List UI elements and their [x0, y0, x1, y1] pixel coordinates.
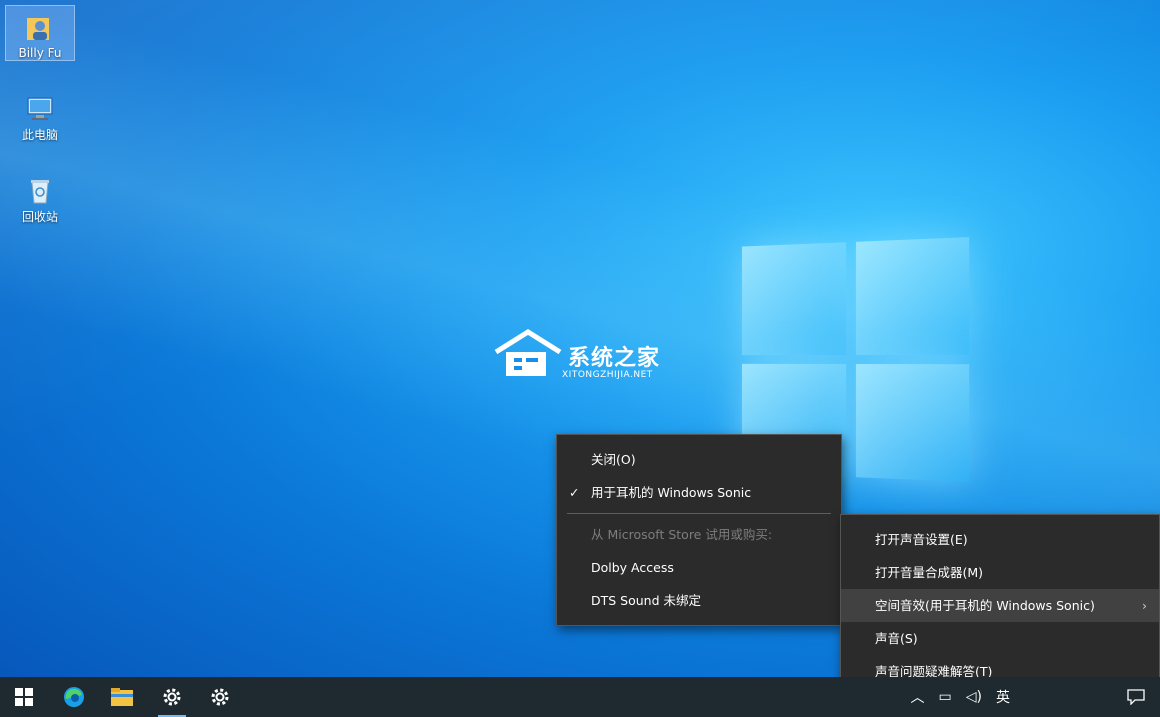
checkmark-icon: ✓	[569, 485, 580, 500]
menu-item-windows-sonic[interactable]: ✓ 用于耳机的 Windows Sonic	[557, 476, 841, 509]
desktop-icon-label: 回收站	[21, 210, 58, 224]
computer-icon	[27, 97, 53, 120]
menu-separator	[567, 513, 831, 514]
desktop-icon-label: Billy Fu	[18, 46, 62, 60]
watermark-logo: 系统之家 XITONGZHIJIA.NET	[492, 328, 659, 384]
menu-item-label: 空间音效(用于耳机的 Windows Sonic)	[875, 598, 1095, 613]
taskbar-explorer-button[interactable]	[98, 677, 146, 717]
menu-item-store-header: 从 Microsoft Store 试用或购买:	[557, 518, 841, 551]
start-button[interactable]	[0, 677, 48, 717]
chevron-up-icon[interactable]: ︿	[911, 687, 925, 707]
notification-icon	[1127, 689, 1145, 705]
system-tray: ︿ ▭ ◁) 英	[911, 677, 1010, 717]
volume-icon[interactable]: ◁)	[966, 689, 982, 705]
menu-item-label: 打开音量合成器(M)	[875, 565, 984, 580]
watermark-title: 系统之家	[568, 346, 661, 371]
network-icon[interactable]: ▭	[939, 689, 952, 705]
chevron-right-icon: ›	[1142, 598, 1147, 613]
menu-item-label: 打开声音设置(E)	[875, 532, 968, 547]
watermark-subtitle: XITONGZHIJIA.NET	[562, 370, 653, 380]
menu-item-label: 声音(S)	[875, 631, 918, 646]
house-logo-icon	[494, 329, 562, 376]
menu-item-dolby-access[interactable]: Dolby Access	[557, 551, 841, 584]
taskbar-settings-button-active[interactable]	[148, 677, 196, 717]
menu-item-label: DTS Sound 未绑定	[591, 593, 702, 608]
taskbar-settings-button[interactable]	[196, 677, 244, 717]
menu-item-spatial-sound[interactable]: 空间音效(用于耳机的 Windows Sonic) ›	[841, 589, 1159, 622]
spatial-sound-submenu: 关闭(O) ✓ 用于耳机的 Windows Sonic 从 Microsoft …	[556, 434, 842, 626]
taskbar: ︿ ▭ ◁) 英	[0, 677, 1160, 717]
windows-start-icon	[15, 688, 33, 706]
menu-item-off[interactable]: 关闭(O)	[557, 443, 841, 476]
menu-item-dts-sound[interactable]: DTS Sound 未绑定	[557, 584, 841, 617]
menu-item-open-sound-settings[interactable]: 打开声音设置(E)	[841, 523, 1159, 556]
recycle-bin-icon	[31, 180, 49, 204]
menu-item-label: 从 Microsoft Store 试用或购买:	[591, 527, 773, 542]
ime-indicator[interactable]: 英	[996, 687, 1010, 707]
menu-item-label: 关闭(O)	[591, 452, 636, 467]
desktop-icon-recycle-bin[interactable]: 回收站	[6, 168, 74, 225]
menu-item-open-volume-mixer[interactable]: 打开音量合成器(M)	[841, 556, 1159, 589]
desktop-icon-this-pc[interactable]: 此电脑	[6, 86, 74, 143]
user-folder-icon	[27, 18, 49, 40]
action-center-button[interactable]	[1112, 677, 1160, 717]
menu-item-label: Dolby Access	[591, 560, 674, 575]
file-explorer-icon	[111, 688, 133, 706]
volume-context-menu: 打开声音设置(E) 打开音量合成器(M) 空间音效(用于耳机的 Windows …	[840, 514, 1160, 697]
settings-icon	[211, 688, 229, 706]
menu-item-sounds[interactable]: 声音(S)	[841, 622, 1159, 655]
menu-item-label: 用于耳机的 Windows Sonic	[591, 485, 752, 500]
settings-icon	[163, 688, 181, 706]
edge-browser-icon	[64, 687, 84, 707]
taskbar-edge-button[interactable]	[50, 677, 98, 717]
desktop-icon-label: 此电脑	[21, 128, 58, 142]
desktop-icon-user[interactable]: Billy Fu	[5, 5, 75, 61]
